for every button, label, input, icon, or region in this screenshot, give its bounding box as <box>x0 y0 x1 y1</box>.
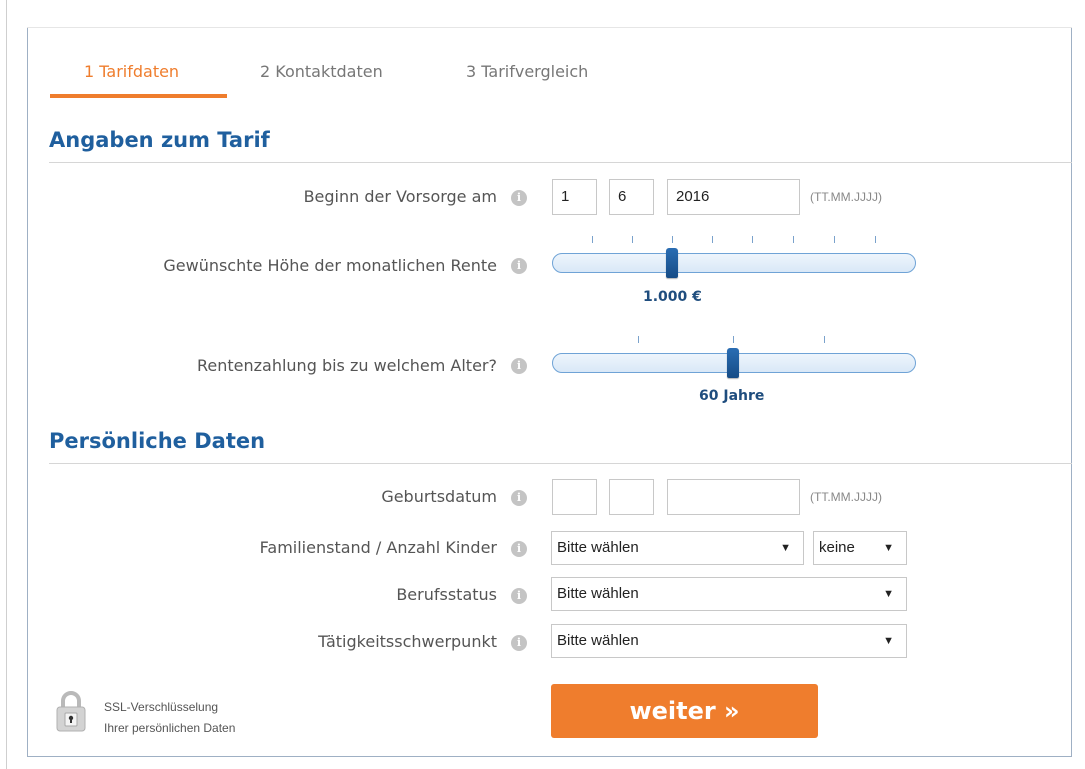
slider-tick <box>793 236 794 243</box>
page-left-border <box>6 0 7 769</box>
date-format-hint: (TT.MM.JJJJ) <box>810 190 882 204</box>
familienstand-select[interactable]: Bitte wählen ▼ <box>551 531 804 565</box>
info-icon[interactable]: i <box>511 635 527 651</box>
kinder-value: keine <box>819 539 855 556</box>
tab-tarifdaten[interactable]: 1 Tarifdaten <box>84 60 179 96</box>
tab-kontaktdaten[interactable]: 2 Kontaktdaten <box>260 60 383 96</box>
rente-slider-value: 1.000 € <box>643 289 702 305</box>
slider-tick <box>712 236 713 243</box>
chevron-down-icon: ▼ <box>883 635 894 647</box>
slider-tick <box>875 236 876 243</box>
berufsstatus-value: Bitte wählen <box>557 585 639 602</box>
kinder-select[interactable]: keine ▼ <box>813 531 907 565</box>
geburt-year-input[interactable] <box>667 479 800 515</box>
section-title-tarif: Angaben zum Tarif <box>49 128 270 152</box>
info-icon[interactable]: i <box>511 588 527 604</box>
beginn-label: Beginn der Vorsorge am <box>303 187 497 206</box>
geburtsdatum-label: Geburtsdatum <box>381 487 497 506</box>
slider-tick <box>752 236 753 243</box>
alter-slider-handle[interactable] <box>727 348 739 378</box>
alter-label: Rentenzahlung bis zu welchem Alter? <box>196 356 497 375</box>
info-icon[interactable]: i <box>511 190 527 206</box>
info-icon[interactable]: i <box>511 541 527 557</box>
active-tab-indicator <box>50 94 227 98</box>
slider-tick <box>834 236 835 243</box>
chevron-down-icon: ▼ <box>780 542 791 554</box>
weiter-button[interactable]: weiter » <box>551 684 818 738</box>
info-icon[interactable]: i <box>511 258 527 274</box>
rente-label: Gewünschte Höhe der monatlichen Rente <box>163 256 497 275</box>
rente-slider-track[interactable] <box>552 253 916 273</box>
taetigkeit-select[interactable]: Bitte wählen ▼ <box>551 624 907 658</box>
date-format-hint: (TT.MM.JJJJ) <box>810 490 882 504</box>
info-icon[interactable]: i <box>511 358 527 374</box>
familienstand-label: Familienstand / Anzahl Kinder <box>259 538 497 557</box>
beginn-day-input[interactable]: 1 <box>552 179 597 215</box>
familienstand-value: Bitte wählen <box>557 539 639 556</box>
geburt-day-input[interactable] <box>552 479 597 515</box>
lock-icon <box>56 691 86 732</box>
beginn-year-input[interactable]: 2016 <box>667 179 800 215</box>
alter-slider-value: 60 Jahre <box>699 388 765 404</box>
beginn-month-input[interactable]: 6 <box>609 179 654 215</box>
taetigkeit-label: Tätigkeitsschwerpunkt <box>318 632 497 651</box>
chevron-down-icon: ▼ <box>883 542 894 554</box>
slider-tick <box>632 236 633 243</box>
section-divider <box>49 162 1072 163</box>
taetigkeit-value: Bitte wählen <box>557 632 639 649</box>
berufsstatus-label: Berufsstatus <box>396 585 497 604</box>
rente-slider-handle[interactable] <box>666 248 678 278</box>
berufsstatus-select[interactable]: Bitte wählen ▼ <box>551 577 907 611</box>
chevron-down-icon: ▼ <box>883 588 894 600</box>
slider-tick <box>824 336 825 343</box>
tab-tarifvergleich[interactable]: 3 Tarifvergleich <box>466 60 588 96</box>
slider-tick <box>592 236 593 243</box>
ssl-line1: SSL-Verschlüsselung <box>104 700 219 714</box>
section-divider <box>49 463 1072 464</box>
info-icon[interactable]: i <box>511 490 527 506</box>
panel-top-line <box>27 27 1072 28</box>
slider-tick <box>638 336 639 343</box>
slider-tick <box>672 236 673 243</box>
section-title-personal: Persönliche Daten <box>49 429 266 453</box>
geburt-month-input[interactable] <box>609 479 654 515</box>
slider-tick <box>733 336 734 343</box>
ssl-line2: Ihrer persönlichen Daten <box>104 721 236 735</box>
